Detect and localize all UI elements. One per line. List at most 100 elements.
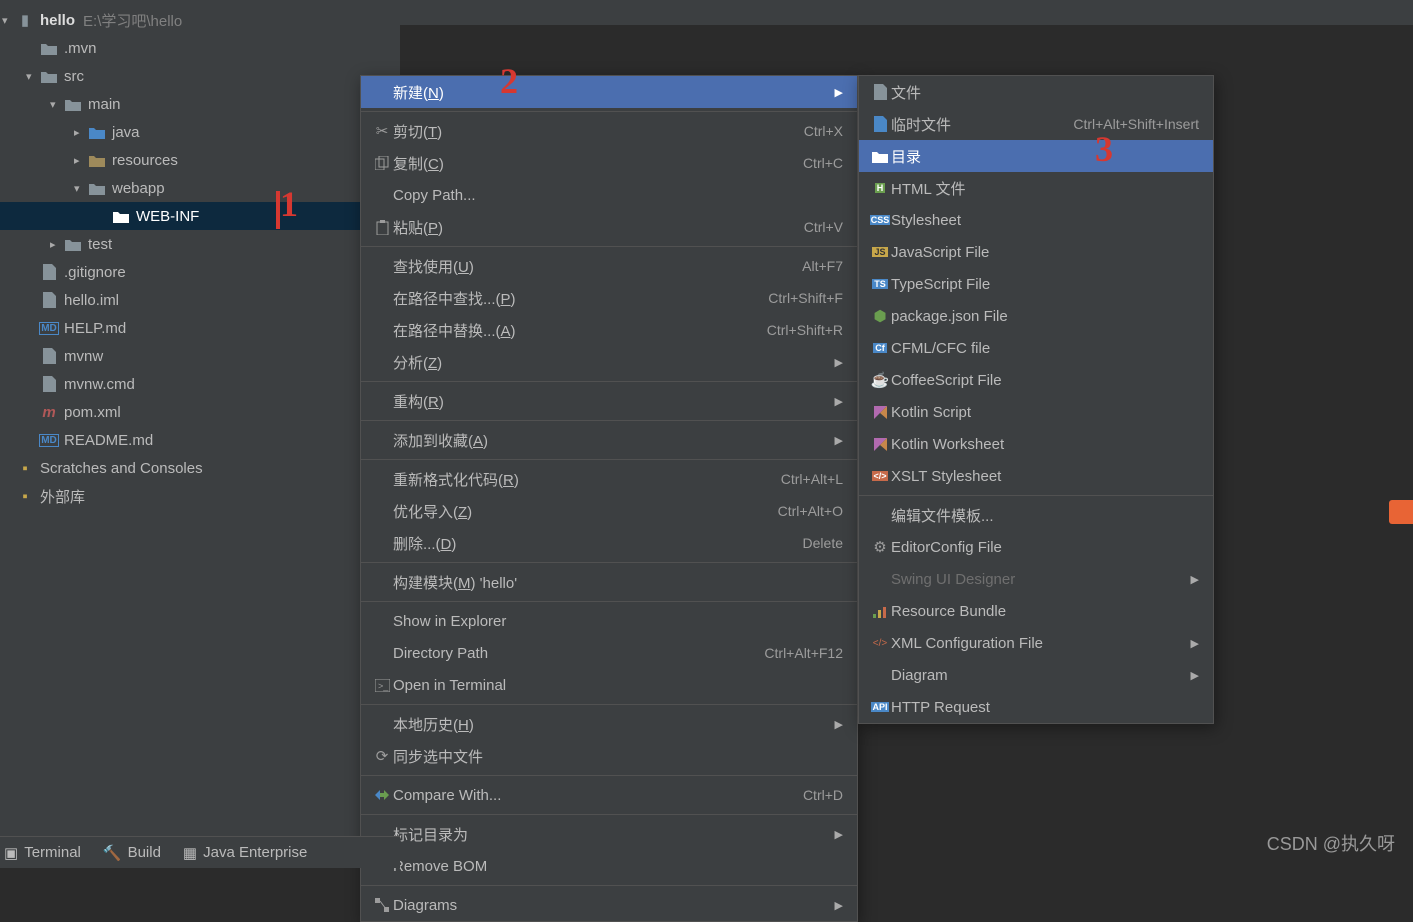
- folder-res-icon: [88, 154, 106, 167]
- expand-arrow-icon[interactable]: ▾: [50, 98, 64, 111]
- menu-item[interactable]: TSTypeScript File: [859, 268, 1213, 300]
- menu-item[interactable]: ☕CoffeeScript File: [859, 364, 1213, 396]
- menu-item[interactable]: 编辑文件模板...: [859, 499, 1213, 531]
- tree-item[interactable]: ▾ main: [0, 90, 400, 118]
- folder-icon: [40, 42, 58, 55]
- menu-item[interactable]: 目录: [859, 140, 1213, 172]
- tree-item[interactable]: .gitignore: [0, 258, 400, 286]
- menu-item[interactable]: </>XSLT Stylesheet: [859, 460, 1213, 492]
- tree-item[interactable]: MDREADME.md: [0, 426, 400, 454]
- menu-item[interactable]: 构建模块(M) 'hello': [361, 566, 857, 598]
- menu-item-label: Diagram: [891, 667, 948, 684]
- menu-item[interactable]: 在路径中替换...(A)Ctrl+Shift+R: [361, 314, 857, 346]
- tree-item-label: main: [88, 96, 121, 113]
- menu-item[interactable]: </>XML Configuration File▶: [859, 627, 1213, 659]
- menu-shortcut: Ctrl+C: [773, 155, 843, 171]
- expand-arrow-icon[interactable]: ▸: [50, 238, 64, 251]
- menu-item[interactable]: 新建(N)▶: [361, 76, 857, 108]
- menu-item[interactable]: Swing UI Designer▶: [859, 563, 1213, 595]
- menu-item[interactable]: Diagram▶: [859, 659, 1213, 691]
- menu-item-label: 剪切(T): [393, 121, 442, 142]
- tree-item[interactable]: ▸java: [0, 118, 400, 146]
- tree-item[interactable]: ▾webapp: [0, 174, 400, 202]
- tool-window-bar[interactable]: ▣Terminal 🔨Build ▦Java Enterprise: [0, 836, 400, 868]
- menu-item[interactable]: Copy Path...: [361, 179, 857, 211]
- java-ee-tool-button[interactable]: ▦Java Enterprise: [183, 844, 307, 862]
- menu-item[interactable]: Kotlin Worksheet: [859, 428, 1213, 460]
- menu-item[interactable]: 复制(C)Ctrl+C: [361, 147, 857, 179]
- tree-item[interactable]: mpom.xml: [0, 398, 400, 426]
- tree-item[interactable]: mvnw.cmd: [0, 370, 400, 398]
- menu-item-label: 重构(R): [393, 391, 444, 412]
- tree-item[interactable]: ▾src: [0, 62, 400, 90]
- expand-arrow-icon[interactable]: ▸: [74, 126, 88, 139]
- menu-item[interactable]: Show in Explorer: [361, 605, 857, 637]
- library-icon: ▪: [16, 488, 34, 505]
- menu-item[interactable]: ⚙EditorConfig File: [859, 531, 1213, 563]
- menu-item[interactable]: ✂剪切(T)Ctrl+X: [361, 115, 857, 147]
- menu-item[interactable]: Remove BOM: [361, 850, 857, 882]
- menu-item-label: Directory Path: [393, 645, 488, 662]
- menu-item[interactable]: >_Open in Terminal: [361, 669, 857, 701]
- tree-item[interactable]: ▸resources: [0, 146, 400, 174]
- expand-arrow-icon[interactable]: ▾: [74, 182, 88, 195]
- project-name: hello: [40, 12, 75, 29]
- menu-item[interactable]: JSJavaScript File: [859, 236, 1213, 268]
- menu-item[interactable]: Compare With...Ctrl+D: [361, 779, 857, 811]
- build-tool-button[interactable]: 🔨Build: [103, 844, 161, 862]
- menu-item[interactable]: APIHTTP Request: [859, 691, 1213, 723]
- expand-arrow-icon[interactable]: ▸: [74, 154, 88, 167]
- menu-item-label: package.json File: [891, 308, 1008, 325]
- menu-shortcut: Ctrl+Alt+F12: [734, 645, 843, 661]
- menu-item[interactable]: 标记目录为▶: [361, 818, 857, 850]
- file-icon: [40, 376, 58, 392]
- submenu-arrow-icon: ▶: [805, 86, 843, 99]
- xml-icon: </>: [869, 638, 891, 649]
- editor-tabbar: [400, 0, 1413, 26]
- tree-item[interactable]: hello.iml: [0, 286, 400, 314]
- menu-item[interactable]: Diagrams▶: [361, 889, 857, 921]
- menu-item[interactable]: 文件: [859, 76, 1213, 108]
- menu-item[interactable]: 添加到收藏(A)▶: [361, 424, 857, 456]
- expand-arrow-icon[interactable]: ▾: [2, 14, 16, 27]
- menu-item[interactable]: 重新格式化代码(R)Ctrl+Alt+L: [361, 463, 857, 495]
- menu-item[interactable]: 重构(R)▶: [361, 385, 857, 417]
- context-menu[interactable]: 新建(N)▶ ✂剪切(T)Ctrl+X复制(C)Ctrl+CCopy Path..…: [360, 75, 858, 922]
- menu-item[interactable]: 优化导入(Z)Ctrl+Alt+O: [361, 495, 857, 527]
- terminal-icon: >_: [371, 679, 393, 692]
- tree-item[interactable]: WEB-INF: [0, 202, 400, 230]
- menu-item[interactable]: ⟳同步选中文件: [361, 740, 857, 772]
- menu-item[interactable]: Directory Path Ctrl+Alt+F12: [361, 637, 857, 669]
- menu-item[interactable]: 删除...(D)Delete: [361, 527, 857, 559]
- project-tree[interactable]: ▾ ▮ hello E:\学习吧\hello .mvn▾src▾main▸jav…: [0, 0, 400, 868]
- watermark: CSDN @执久呀: [1267, 830, 1395, 856]
- menu-item[interactable]: 本地历史(H)▶: [361, 708, 857, 740]
- tree-item-label: Scratches and Consoles: [40, 460, 203, 477]
- tree-item[interactable]: MDHELP.md: [0, 314, 400, 342]
- menu-item[interactable]: 分析(Z)▶: [361, 346, 857, 378]
- sync-icon: ⟳: [371, 747, 393, 765]
- tree-item[interactable]: ▸test: [0, 230, 400, 258]
- project-root[interactable]: ▾ ▮ hello E:\学习吧\hello: [0, 6, 400, 34]
- menu-item[interactable]: ⬢package.json File: [859, 300, 1213, 332]
- expand-arrow-icon[interactable]: ▾: [26, 70, 40, 83]
- diff-icon: [371, 788, 393, 802]
- menu-item[interactable]: 查找使用(U)Alt+F7: [361, 250, 857, 282]
- menu-item[interactable]: 在路径中查找...(P)Ctrl+Shift+F: [361, 282, 857, 314]
- tree-item[interactable]: mvnw: [0, 342, 400, 370]
- menu-shortcut: Ctrl+Shift+R: [737, 322, 843, 338]
- tree-item[interactable]: .mvn: [0, 34, 400, 62]
- menu-item[interactable]: HHTML 文件: [859, 172, 1213, 204]
- menu-item[interactable]: Kotlin Script: [859, 396, 1213, 428]
- new-submenu[interactable]: 文件临时文件Ctrl+Alt+Shift+Insert目录HHTML 文件CSS…: [858, 75, 1214, 724]
- terminal-tool-button[interactable]: ▣Terminal: [4, 844, 81, 862]
- tree-item[interactable]: ▪Scratches and Consoles: [0, 454, 400, 482]
- menu-item[interactable]: Resource Bundle: [859, 595, 1213, 627]
- menu-item[interactable]: CSSStylesheet: [859, 204, 1213, 236]
- side-tool-tab[interactable]: [1389, 500, 1413, 524]
- tree-item[interactable]: ▪外部库: [0, 482, 400, 510]
- menu-item[interactable]: 临时文件Ctrl+Alt+Shift+Insert: [859, 108, 1213, 140]
- menu-item[interactable]: CfCFML/CFC file: [859, 332, 1213, 364]
- md-icon: MD: [40, 322, 58, 335]
- menu-item[interactable]: 粘贴(P)Ctrl+V: [361, 211, 857, 243]
